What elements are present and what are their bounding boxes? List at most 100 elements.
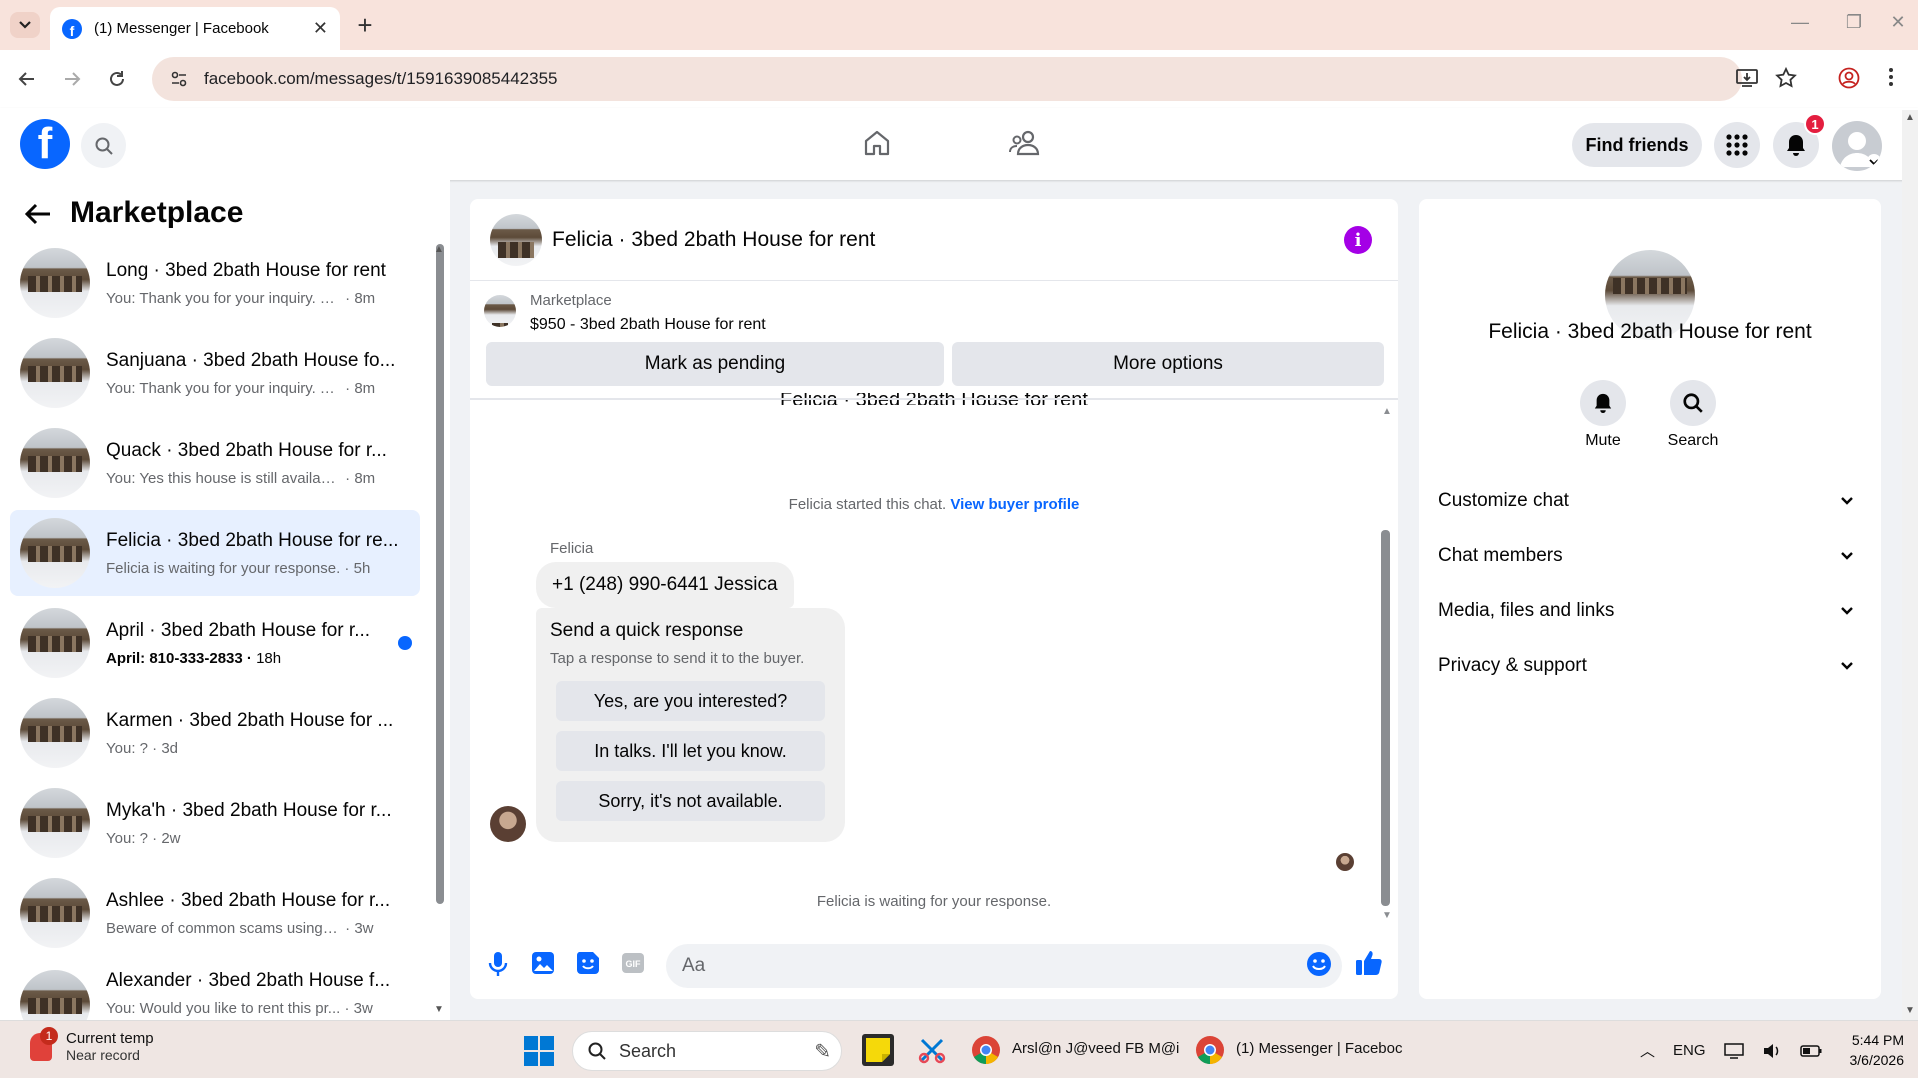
friends-icon[interactable] (1008, 128, 1042, 158)
install-app-icon[interactable] (1736, 68, 1758, 88)
windows-start-icon[interactable] (524, 1036, 554, 1066)
thumbs-up-icon[interactable] (1354, 948, 1384, 978)
scroll-down-icon[interactable]: ▼ (434, 1004, 444, 1015)
conversation-item[interactable]: Ashlee · 3bed 2bath House for r... Beware… (10, 870, 420, 956)
chevron-down-icon (1841, 497, 1853, 505)
forward-button[interactable] (57, 64, 87, 94)
menu-grid-button[interactable] (1714, 122, 1760, 168)
site-info-icon[interactable] (170, 70, 188, 88)
sender-avatar[interactable] (490, 806, 526, 842)
mark-as-pending-button[interactable]: Mark as pending (486, 342, 944, 386)
tab-search-button[interactable] (10, 12, 40, 38)
home-icon[interactable] (862, 128, 892, 158)
privacy-support-row[interactable]: Privacy & support (1438, 641, 1862, 691)
close-window-button[interactable]: ✕ (1878, 12, 1918, 33)
chevron-down-icon (1841, 607, 1853, 615)
new-tab-button[interactable]: + (350, 10, 380, 40)
back-arrow-icon[interactable] (24, 202, 52, 226)
listing-thumbnail[interactable] (484, 295, 516, 327)
browser-tab-active[interactable]: f (1) Messenger | Facebook ✕ (50, 7, 340, 50)
listing-title[interactable]: $950 - 3bed 2bath House for rent (530, 316, 766, 334)
sidebar-scrollbar[interactable] (436, 244, 444, 904)
chat-members-row[interactable]: Chat members (1438, 531, 1862, 581)
chrome-icon[interactable] (970, 1034, 1002, 1066)
conversation-item[interactable]: April · 3bed 2bath House for r... April: … (10, 600, 420, 686)
conversation-snippet: You: ? (106, 739, 148, 757)
network-icon[interactable] (1723, 1042, 1744, 1059)
minimize-button[interactable]: — (1780, 12, 1820, 33)
section-label: Chat members (1438, 545, 1563, 566)
facebook-favicon-icon: f (62, 18, 82, 39)
page-scroll-down-icon[interactable]: ▼ (1905, 1005, 1915, 1016)
battery-icon[interactable] (1799, 1044, 1822, 1057)
conversation-item[interactable]: Myka'h · 3bed 2bath House for r... You: ?… (10, 780, 420, 866)
language-indicator[interactable]: ENG (1673, 1042, 1706, 1059)
conversation-text: Myka'h · 3bed 2bath House for r... You: ?… (106, 800, 406, 847)
message-bubble[interactable]: +1 (248) 990-6441 Jessica (536, 562, 794, 608)
chat-scroll-down-icon[interactable]: ▼ (1382, 910, 1392, 921)
search-label: Search (1667, 432, 1719, 449)
conversation-item[interactable]: Felicia · 3bed 2bath House for re... Feli… (10, 510, 420, 596)
gif-icon[interactable]: GIF (620, 950, 646, 976)
weather-widget[interactable]: 1 Current temp Near record (30, 1026, 154, 1063)
taskbar-app-chrome-1[interactable]: Arsl@n J@veed FB M@i (1012, 1040, 1179, 1057)
close-tab-icon[interactable]: ✕ (313, 18, 328, 39)
microphone-icon[interactable] (486, 950, 510, 978)
reload-button[interactable] (102, 64, 132, 94)
browser-menu-icon[interactable] (1888, 66, 1894, 88)
chevron-down-icon (1841, 552, 1853, 560)
listing-label: Marketplace (530, 292, 612, 309)
media-files-links-row[interactable]: Media, files and links (1438, 586, 1862, 636)
conversation-item[interactable]: Long · 3bed 2bath House for rent You: Tha… (10, 240, 420, 326)
customize-chat-row[interactable]: Customize chat (1438, 476, 1862, 526)
bookmark-star-icon[interactable] (1775, 67, 1797, 89)
message-input[interactable]: Aa (666, 944, 1342, 988)
page-scrollbar[interactable] (1902, 110, 1918, 1020)
info-icon[interactable]: i (1344, 226, 1372, 254)
profile-icon[interactable] (1838, 67, 1860, 89)
more-options-button[interactable]: More options (952, 342, 1384, 386)
taskbar-search[interactable]: Search ✎ (572, 1031, 842, 1071)
chat-scrollbar[interactable] (1381, 530, 1390, 906)
chrome-icon[interactable] (1194, 1034, 1226, 1066)
scroll-up-icon[interactable]: ▲ (434, 244, 444, 255)
chat-title[interactable]: Felicia · 3bed 2bath House for rent (552, 228, 875, 252)
taskbar-app-chrome-2[interactable]: (1) Messenger | Faceboc (1236, 1040, 1402, 1057)
sticker-icon[interactable] (575, 950, 601, 976)
page-scroll-up-icon[interactable]: ▲ (1905, 112, 1915, 123)
photo-icon[interactable] (530, 950, 556, 976)
quick-reply-interested[interactable]: Yes, are you interested? (556, 681, 825, 721)
bell-icon (1787, 135, 1805, 156)
search-in-chat-button[interactable] (1670, 380, 1716, 426)
conversation-snippet: You: Thank you for your inquiry. Th... (106, 379, 341, 397)
facebook-search-button[interactable] (81, 123, 126, 168)
separator: · (341, 379, 355, 397)
chat-scroll-up-icon[interactable]: ▲ (1382, 406, 1392, 417)
back-button[interactable] (12, 64, 42, 94)
find-friends-button[interactable]: Find friends (1572, 123, 1702, 167)
weather-subtitle: Near record (66, 1047, 140, 1063)
restore-button[interactable]: ❐ (1834, 12, 1874, 33)
conversation-time: 18h (256, 649, 282, 667)
sticky-notes-icon[interactable] (862, 1034, 894, 1066)
quick-reply-in-talks[interactable]: In talks. I'll let you know. (556, 731, 825, 771)
conversation-time: 2w (161, 829, 181, 847)
facebook-logo-icon[interactable]: f (20, 119, 70, 169)
bell-icon (1594, 393, 1612, 413)
account-avatar[interactable] (1832, 121, 1882, 171)
separator: · (148, 829, 162, 847)
volume-icon[interactable] (1762, 1043, 1782, 1059)
conversation-item[interactable]: Sanjuana · 3bed 2bath House fo... You: Th… (10, 330, 420, 416)
tray-chevron-up-icon[interactable]: ︿ (1640, 1040, 1655, 1061)
view-buyer-profile-link[interactable]: View buyer profile (950, 496, 1079, 513)
chat-avatar[interactable] (490, 214, 542, 266)
system-clock[interactable]: 5:44 PM 3/6/2026 (1820, 1030, 1905, 1070)
quick-reply-not-available[interactable]: Sorry, it's not available. (556, 781, 825, 821)
conversation-item[interactable]: Quack · 3bed 2bath House for r... You: Ye… (10, 420, 420, 506)
snipping-tool-icon[interactable] (916, 1034, 948, 1066)
mute-button[interactable] (1580, 380, 1626, 426)
address-bar[interactable]: facebook.com/messages/t/1591639085442355 (152, 57, 1742, 101)
conversation-item[interactable]: Karmen · 3bed 2bath House for ... You: ? … (10, 690, 420, 776)
conversation-item[interactable]: Alexander · 3bed 2bath House f... You: Wo… (10, 960, 420, 1020)
emoji-icon[interactable] (1306, 951, 1332, 977)
